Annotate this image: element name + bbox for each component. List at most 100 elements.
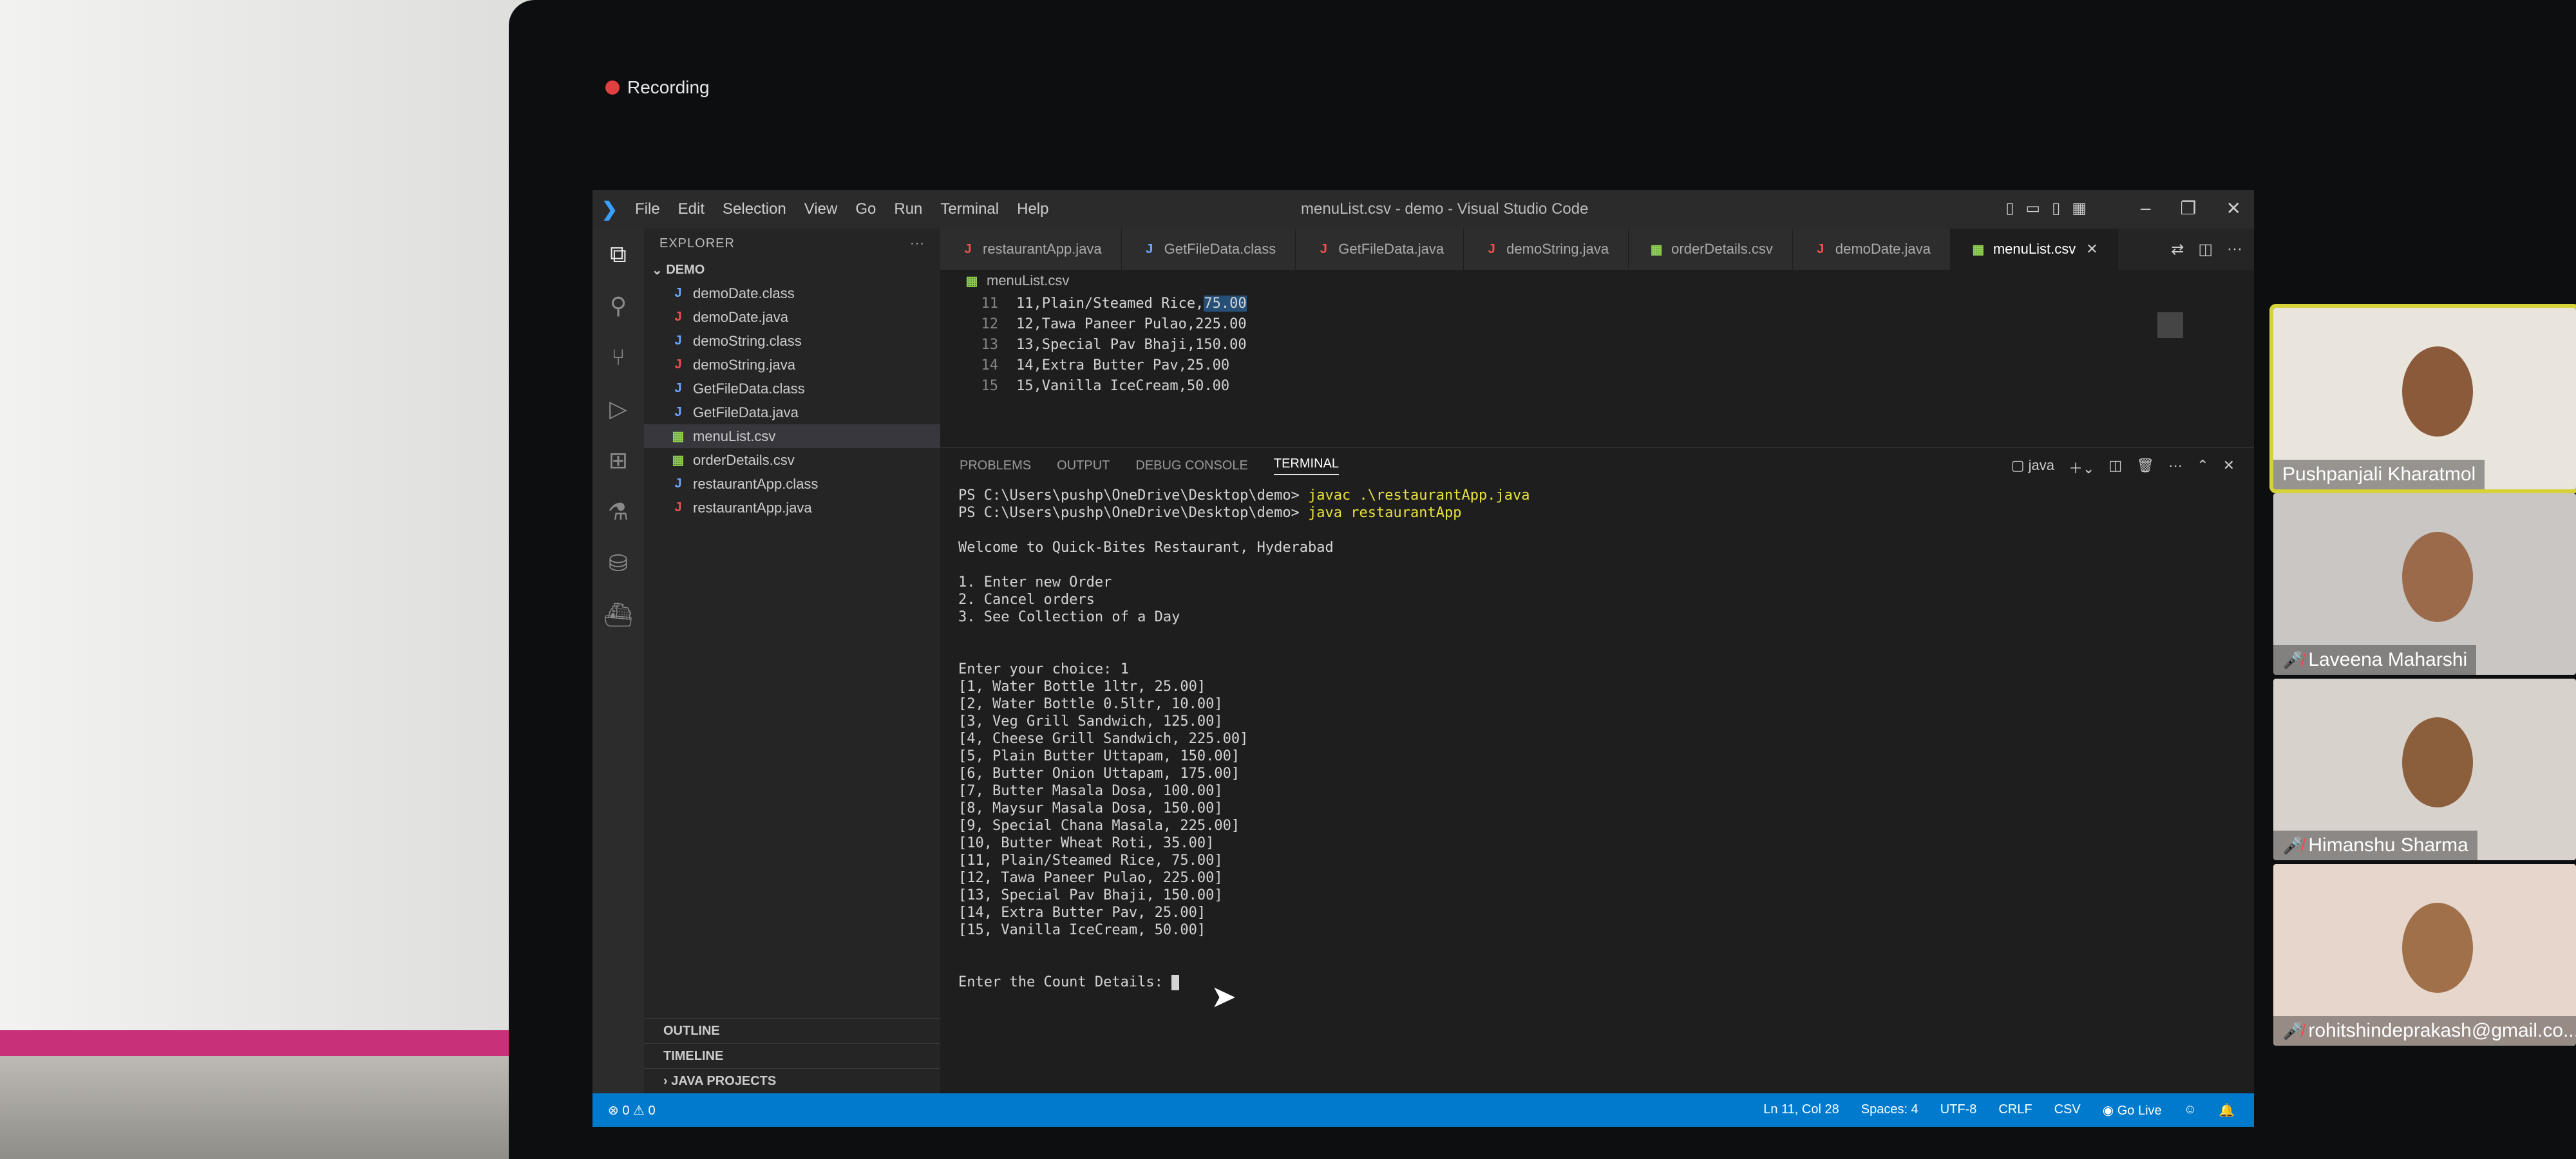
minimap[interactable] bbox=[2157, 312, 2183, 338]
section-java-projects[interactable]: › JAVA PROJECTS bbox=[644, 1068, 940, 1093]
explorer-icon[interactable]: ⧉ bbox=[592, 229, 644, 280]
participant-name: rohitshindeprakash@gmail.co... bbox=[2308, 1020, 2576, 1041]
menu-file[interactable]: File bbox=[635, 200, 660, 218]
file-item[interactable]: JdemoDate.java bbox=[644, 305, 940, 329]
editor-tab[interactable]: JdemoDate.java bbox=[1792, 229, 1951, 270]
file-label: GetFileData.java bbox=[693, 404, 799, 420]
extensions-icon[interactable]: ⊞ bbox=[592, 435, 644, 486]
go-live-button[interactable]: ◉ Go Live bbox=[2103, 1102, 2162, 1118]
menu-item-line: [3, Veg Grill Sandwich, 125.00] bbox=[958, 713, 1223, 730]
breadcrumb-file: menuList.csv bbox=[987, 272, 1070, 288]
toggle-sidebar-icon[interactable]: ▯ bbox=[2005, 199, 2014, 218]
customize-layout-icon[interactable]: ▦ bbox=[2072, 199, 2087, 218]
close-panel-icon[interactable]: ✕ bbox=[2223, 457, 2235, 478]
file-item[interactable]: JdemoString.java bbox=[644, 353, 940, 377]
menu-item-line: [2, Water Bottle 0.5ltr, 10.00] bbox=[958, 696, 1223, 712]
file-item[interactable]: JdemoString.class bbox=[644, 329, 940, 353]
new-terminal-icon[interactable]: ＋⌄ bbox=[2069, 457, 2094, 478]
editor-more-icon[interactable]: ··· bbox=[2227, 240, 2242, 259]
menu-item-line: [11, Plain/Steamed Rice, 75.00] bbox=[958, 853, 1223, 869]
tab-label: restaurantApp.java bbox=[983, 241, 1102, 257]
participant-tile[interactable]: Pushpanjali Kharatmol bbox=[2269, 304, 2576, 493]
editor-tabs: JrestaurantApp.java J GetFileData.class J Ge… bbox=[940, 229, 2254, 270]
editor-tab[interactable]: ▦ orderDetails.csv bbox=[1629, 229, 1793, 270]
docker-icon[interactable]: ⛴ bbox=[592, 589, 644, 641]
terminal-line: PS C:\Users\pushp\OneDrive\Desktop\demo>… bbox=[958, 504, 2215, 522]
participant-tile[interactable]: 🎤̸ Laveena Maharshi bbox=[2273, 493, 2576, 675]
file-label: demoString.class bbox=[693, 332, 802, 349]
breadcrumb[interactable]: ▦ menuList.csv bbox=[940, 270, 1070, 292]
code-editor[interactable]: 11 11,Plain/Steamed Rice, 75.00 12 12,Tawa P… bbox=[940, 293, 2254, 441]
editor-tab[interactable]: JrestaurantApp.java bbox=[940, 229, 1122, 270]
tab-output[interactable]: OUTPUT bbox=[1057, 458, 1110, 473]
editor-tab[interactable]: J GetFileData.class bbox=[1121, 229, 1296, 270]
feedback-icon[interactable]: ☺ bbox=[2184, 1102, 2197, 1118]
database-icon[interactable]: ⛁ bbox=[592, 538, 644, 589]
testing-icon[interactable]: ⚗ bbox=[592, 486, 644, 538]
participant-tile[interactable]: 🎤̸ Himanshu Sharma bbox=[2273, 679, 2576, 860]
participant-video bbox=[2402, 346, 2473, 437]
close-tab-icon[interactable]: ✕ bbox=[2086, 241, 2098, 258]
split-terminal-icon[interactable]: ◫ bbox=[2108, 457, 2122, 478]
kill-terminal-icon[interactable]: 🗑 bbox=[2136, 457, 2154, 478]
tab-problems[interactable]: PROBLEMS bbox=[960, 458, 1031, 473]
code-line: 14 14,Extra Butter Pav,25.00 bbox=[940, 355, 2254, 375]
menu-help[interactable]: Help bbox=[1017, 200, 1048, 218]
menu-item-line: [5, Plain Butter Uttapam, 150.00] bbox=[958, 748, 1240, 764]
file-item[interactable]: ▦ menuList.csv bbox=[644, 424, 940, 448]
panel-more-icon[interactable]: ··· bbox=[2168, 457, 2183, 478]
file-item[interactable]: JrestaurantApp.java bbox=[644, 496, 940, 520]
explorer-header: EXPLORER ··· bbox=[644, 229, 940, 258]
folder-demo[interactable]: ⌄ DEMO bbox=[644, 258, 940, 281]
participant-tile[interactable]: 🎤̸ rohitshindeprakash@gmail.co... bbox=[2273, 864, 2576, 1046]
toggle-secondary-sidebar-icon[interactable]: ▯ bbox=[2052, 199, 2060, 218]
close-window-icon[interactable]: ✕ bbox=[2226, 198, 2241, 219]
problems-status[interactable]: ⊗ 0 ⚠ 0 bbox=[592, 1102, 656, 1118]
indentation[interactable]: Spaces: 4 bbox=[1861, 1102, 1918, 1118]
section-timeline[interactable]: TIMELINE bbox=[644, 1043, 940, 1068]
toggle-panel-icon[interactable]: ▭ bbox=[2025, 199, 2040, 218]
menu-run[interactable]: Run bbox=[894, 200, 922, 218]
menu-view[interactable]: View bbox=[804, 200, 838, 218]
more-actions-icon[interactable]: ··· bbox=[910, 236, 925, 251]
file-item[interactable]: J GetFileData.class bbox=[644, 377, 940, 400]
search-icon[interactable]: ⚲ bbox=[592, 280, 644, 332]
run-debug-icon[interactable]: ▷ bbox=[592, 383, 644, 435]
encoding[interactable]: UTF-8 bbox=[1940, 1102, 1977, 1118]
menu-selection[interactable]: Selection bbox=[723, 200, 786, 218]
maximize-panel-icon[interactable]: ⌃ bbox=[2197, 457, 2208, 478]
terminal-shell[interactable]: ▢ java bbox=[2011, 457, 2054, 478]
cursor-position[interactable]: Ln 11, Col 28 bbox=[1763, 1102, 1839, 1118]
java-file-icon: J bbox=[1488, 241, 1495, 256]
menu-go[interactable]: Go bbox=[855, 200, 876, 218]
file-label: demoString.java bbox=[693, 356, 795, 373]
editor-tab[interactable]: JdemoString.java bbox=[1464, 229, 1629, 270]
terminal-output[interactable]: PS C:\Users\pushp\OneDrive\Desktop\demo>… bbox=[958, 487, 2215, 1093]
notifications-icon[interactable]: 🔔 bbox=[2219, 1102, 2235, 1118]
file-item[interactable]: JrestaurantApp.class bbox=[644, 472, 940, 496]
menu-terminal[interactable]: Terminal bbox=[940, 200, 999, 218]
file-item[interactable]: ▦ orderDetails.csv bbox=[644, 448, 940, 472]
source-control-icon[interactable]: ⑂ bbox=[592, 332, 644, 383]
editor-tab[interactable]: ▦ menuList.csv ✕ bbox=[1950, 229, 2118, 270]
menu-item-line: [9, Special Chana Masala, 225.00] bbox=[958, 818, 1240, 834]
participant-name-tag: 🎤̸ Himanshu Sharma bbox=[2273, 831, 2477, 860]
open-changes-icon[interactable]: ⇄ bbox=[2171, 240, 2184, 259]
split-editor-icon[interactable]: ◫ bbox=[2198, 240, 2213, 259]
section-java-projects-label: JAVA PROJECTS bbox=[671, 1073, 777, 1088]
line-text: 15,Vanilla IceCream,50.00 bbox=[1016, 377, 1230, 394]
menu-item-line: [8, Maysur Masala Dosa, 150.00] bbox=[958, 800, 1223, 816]
editor-tab[interactable]: J GetFileData.java bbox=[1296, 229, 1464, 270]
tab-debug-console[interactable]: DEBUG CONSOLE bbox=[1135, 458, 1247, 473]
file-item[interactable]: J GetFileData.java bbox=[644, 400, 940, 424]
menu-edit[interactable]: Edit bbox=[678, 200, 705, 218]
line-ending[interactable]: CRLF bbox=[1998, 1102, 2032, 1118]
section-outline[interactable]: OUTLINE bbox=[644, 1018, 940, 1043]
language-mode[interactable]: CSV bbox=[2054, 1102, 2081, 1118]
tab-terminal[interactable]: TERMINAL bbox=[1273, 457, 1339, 475]
file-item[interactable]: JdemoDate.class bbox=[644, 281, 940, 305]
minimize-icon[interactable]: – bbox=[2141, 198, 2151, 219]
restore-icon[interactable]: ❐ bbox=[2180, 198, 2196, 219]
